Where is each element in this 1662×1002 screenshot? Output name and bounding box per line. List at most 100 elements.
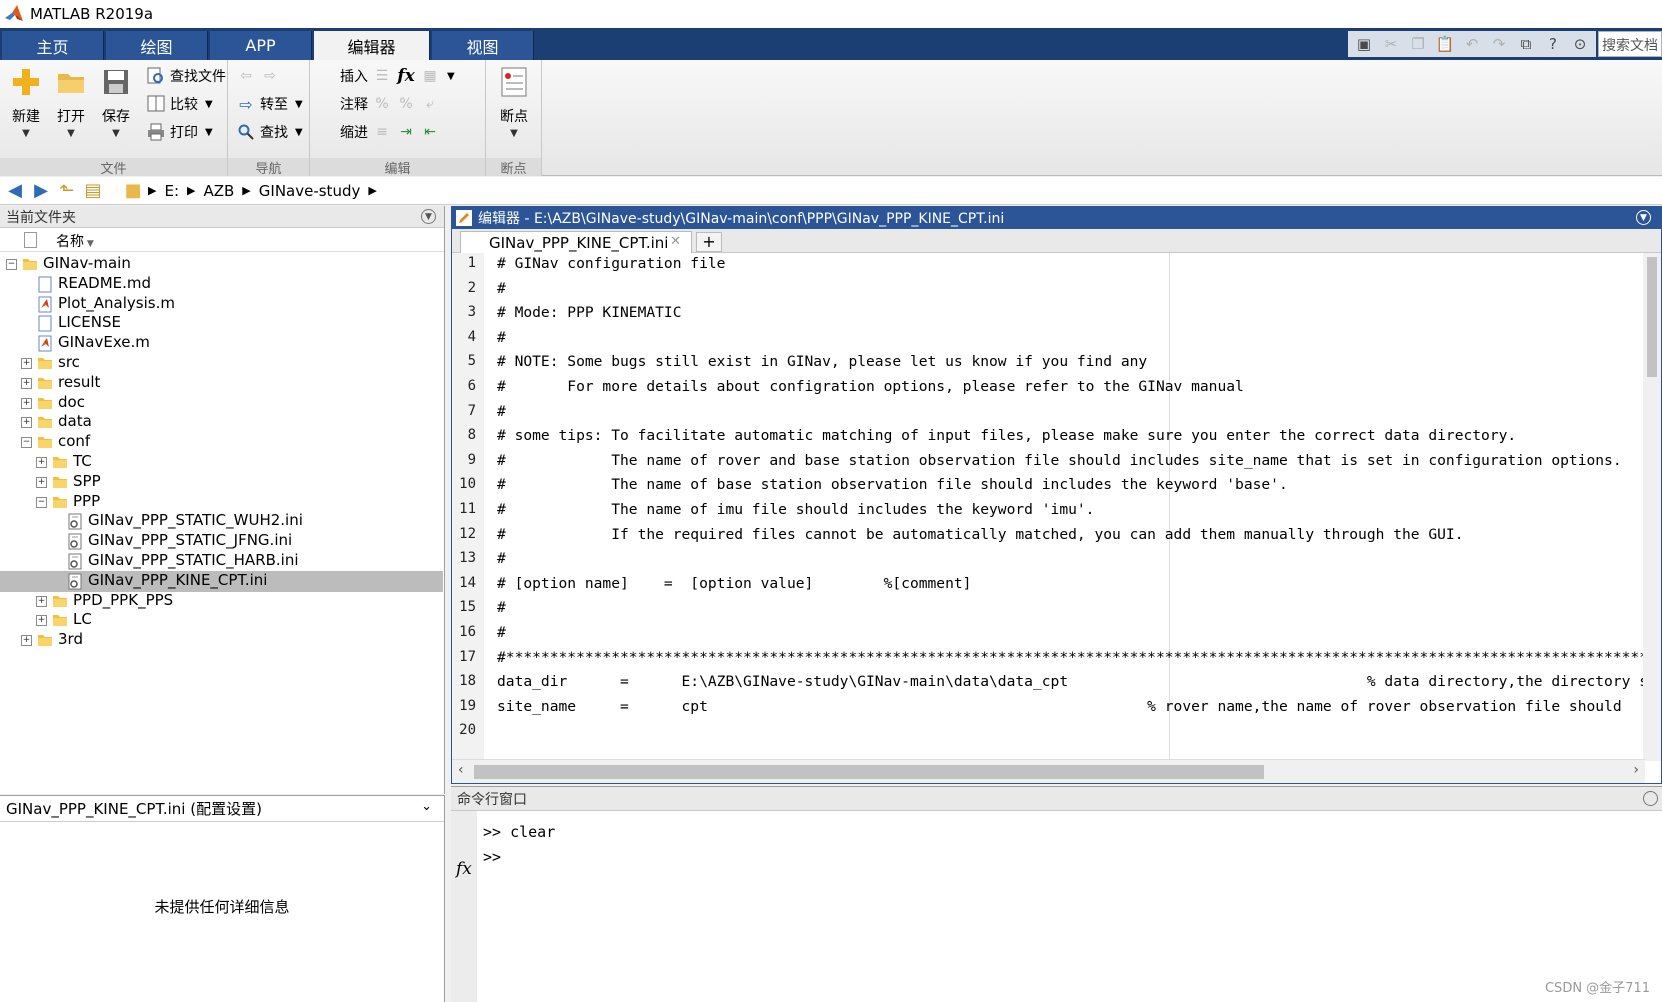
cut-icon[interactable]: ✂ <box>1381 34 1401 54</box>
tree-row[interactable]: GINav_PPP_KINE_CPT.ini <box>0 570 443 592</box>
expand-icon[interactable]: + <box>21 635 32 647</box>
expand-icon[interactable]: + <box>21 397 32 409</box>
code-line[interactable]: # [option name] = [option value] %[comme… <box>497 575 971 592</box>
help-icon[interactable]: ? <box>1543 34 1563 54</box>
tab-home[interactable]: 主页 <box>2 31 104 60</box>
tree-row[interactable]: GINav_PPP_STATIC_JFNG.ini <box>0 531 443 552</box>
print-button[interactable]: 打印 ▼ <box>146 120 213 144</box>
code-line[interactable]: # NOTE: Some bugs still exist in GINav, … <box>497 353 1147 370</box>
tab-editor[interactable]: 编辑器 <box>314 31 430 60</box>
tree-row[interactable]: + src <box>0 353 443 374</box>
tree-row[interactable]: +3rd <box>0 630 443 651</box>
compare-button[interactable]: 比较 ▼ <box>146 92 213 116</box>
panel-actions-icon[interactable]: ▼ <box>421 209 436 224</box>
tree-row[interactable]: + TC <box>0 452 443 473</box>
code-line[interactable]: # GINav configuration file <box>497 255 725 272</box>
scroll-right-icon[interactable]: › <box>1633 762 1639 778</box>
tree-row[interactable]: − PPP <box>0 492 443 513</box>
code-line[interactable]: # If the required files cannot be automa… <box>497 526 1463 543</box>
collapse-icon[interactable]: − <box>6 259 17 270</box>
expand-icon[interactable]: + <box>36 476 47 488</box>
insert-chart-icon[interactable]: ▦ <box>420 66 440 86</box>
comment-icon[interactable]: % <box>372 94 392 114</box>
expand-icon[interactable]: + <box>21 358 32 369</box>
save-button[interactable]: 保存 ▼ <box>94 64 138 150</box>
redo-icon[interactable]: ↷ <box>1489 34 1509 54</box>
new-button[interactable]: 新建 ▼ <box>4 64 48 150</box>
tab-view[interactable]: 视图 <box>432 31 534 60</box>
open-button[interactable]: 打开 ▼ <box>49 64 93 150</box>
tree-row[interactable]: − conf <box>0 432 443 453</box>
tree-row[interactable]: + data <box>0 412 443 433</box>
find-button[interactable]: 查找 ▼ <box>236 120 303 144</box>
tree-row[interactable]: + LC <box>0 610 443 631</box>
collapse-icon[interactable]: − <box>36 496 47 508</box>
code-line[interactable]: # <box>497 329 506 346</box>
breakpoints-button[interactable]: 断点 ▼ <box>492 64 536 150</box>
code-line[interactable]: site_name = cpt % rover name,the name of… <box>497 698 1622 715</box>
forward-arrow-icon[interactable]: ▶ <box>30 180 52 201</box>
breadcrumb-azb[interactable]: AZB <box>203 182 234 200</box>
scroll-left-icon[interactable]: ‹ <box>458 762 464 778</box>
close-icon[interactable]: ✕ <box>670 234 681 249</box>
command-window-actions-icon[interactable] <box>1643 791 1658 806</box>
tree-row[interactable]: GINavExe.m <box>0 333 443 354</box>
tree-row[interactable]: − GINav-main <box>0 254 443 275</box>
decrease-indent-icon[interactable]: ⇤ <box>420 122 440 142</box>
code-line[interactable]: # For more details about configration op… <box>497 378 1244 395</box>
code-line[interactable]: # some tips: To facilitate automatic mat… <box>497 427 1516 444</box>
add-tab-button[interactable]: + <box>696 232 722 252</box>
breadcrumb-drive[interactable]: E: <box>164 182 179 200</box>
tree-row[interactable]: + result <box>0 373 443 394</box>
chevron-right-icon[interactable]: ▶ <box>187 184 195 197</box>
chevron-down-icon[interactable]: ⌄ <box>421 799 432 814</box>
chevron-right-icon[interactable]: ▶ <box>368 184 376 197</box>
chevron-right-icon[interactable]: ▶ <box>242 184 250 197</box>
tree-row[interactable]: + SPP <box>0 472 443 493</box>
chevron-right-icon[interactable]: ▶ <box>148 184 156 197</box>
name-column-header[interactable]: 名称 ▼ <box>0 228 444 252</box>
options-icon[interactable]: ⊙ <box>1570 34 1590 54</box>
editor-actions-icon[interactable]: ▼ <box>1636 210 1651 225</box>
fx-icon[interactable]: fx <box>396 66 416 86</box>
code-line[interactable]: # <box>497 624 506 641</box>
wrap-comment-icon[interactable]: ⤶ <box>420 94 440 114</box>
breadcrumb-ginave-study[interactable]: GINave-study <box>259 182 361 200</box>
collapse-icon[interactable]: − <box>21 437 32 449</box>
editor-tab-active[interactable]: GINav_PPP_KINE_CPT.ini ✕ <box>460 231 692 253</box>
find-files-button[interactable]: 查找文件 <box>146 64 226 88</box>
search-documentation-input[interactable]: 搜索文档 <box>1598 31 1662 57</box>
chevron-down-icon[interactable]: ▼ <box>447 71 455 82</box>
tree-row[interactable]: GINav_PPP_STATIC_HARB.ini <box>0 551 443 572</box>
expand-icon[interactable]: + <box>21 417 32 429</box>
tree-row[interactable]: + doc <box>0 393 443 414</box>
code-line[interactable]: # <box>497 280 506 297</box>
expand-icon[interactable]: + <box>21 377 32 389</box>
code-area[interactable]: 1 # GINav configuration file 2 #3 # Mode: PP… <box>452 253 1645 761</box>
scroll-thumb[interactable] <box>1647 257 1657 377</box>
expand-icon[interactable]: + <box>36 615 47 627</box>
tab-apps[interactable]: APP <box>210 31 312 60</box>
switch-windows-icon[interactable]: ⧉ <box>1516 34 1536 54</box>
save-icon[interactable]: ▣ <box>1354 34 1374 54</box>
uncomment-icon[interactable]: % <box>396 94 416 114</box>
horizontal-scrollbar[interactable]: ‹ › <box>452 759 1645 783</box>
expand-icon[interactable]: + <box>36 457 47 468</box>
code-line[interactable]: #***************************************… <box>497 649 1645 666</box>
code-line[interactable]: data_dir = E:\AZB\GINave-study\GINav-mai… <box>497 673 1645 690</box>
code-line[interactable]: # <box>497 550 506 567</box>
tree-row[interactable]: README.md <box>0 274 443 295</box>
up-folder-icon[interactable]: ⬑ <box>56 180 78 201</box>
expand-icon[interactable]: + <box>36 595 47 607</box>
tree-row[interactable]: GINav_PPP_STATIC_WUH2.ini <box>0 511 443 532</box>
code-line[interactable]: # The name of rover and base station obs… <box>497 452 1622 469</box>
tree-row[interactable]: + PPD_PPK_PPS <box>0 591 443 612</box>
goto-button[interactable]: ⇨ 转至 ▼ <box>236 92 302 116</box>
copy-icon[interactable]: ❐ <box>1408 34 1428 54</box>
vertical-scrollbar[interactable] <box>1643 253 1661 761</box>
forward-arrow-icon[interactable]: ⇨ <box>260 66 280 86</box>
back-arrow-icon[interactable]: ⇦ <box>236 66 256 86</box>
tree-row[interactable]: LICENSE <box>0 313 443 334</box>
tab-plots[interactable]: 绘图 <box>106 31 208 60</box>
code-line[interactable]: # The name of imu file should includes t… <box>497 501 1094 518</box>
